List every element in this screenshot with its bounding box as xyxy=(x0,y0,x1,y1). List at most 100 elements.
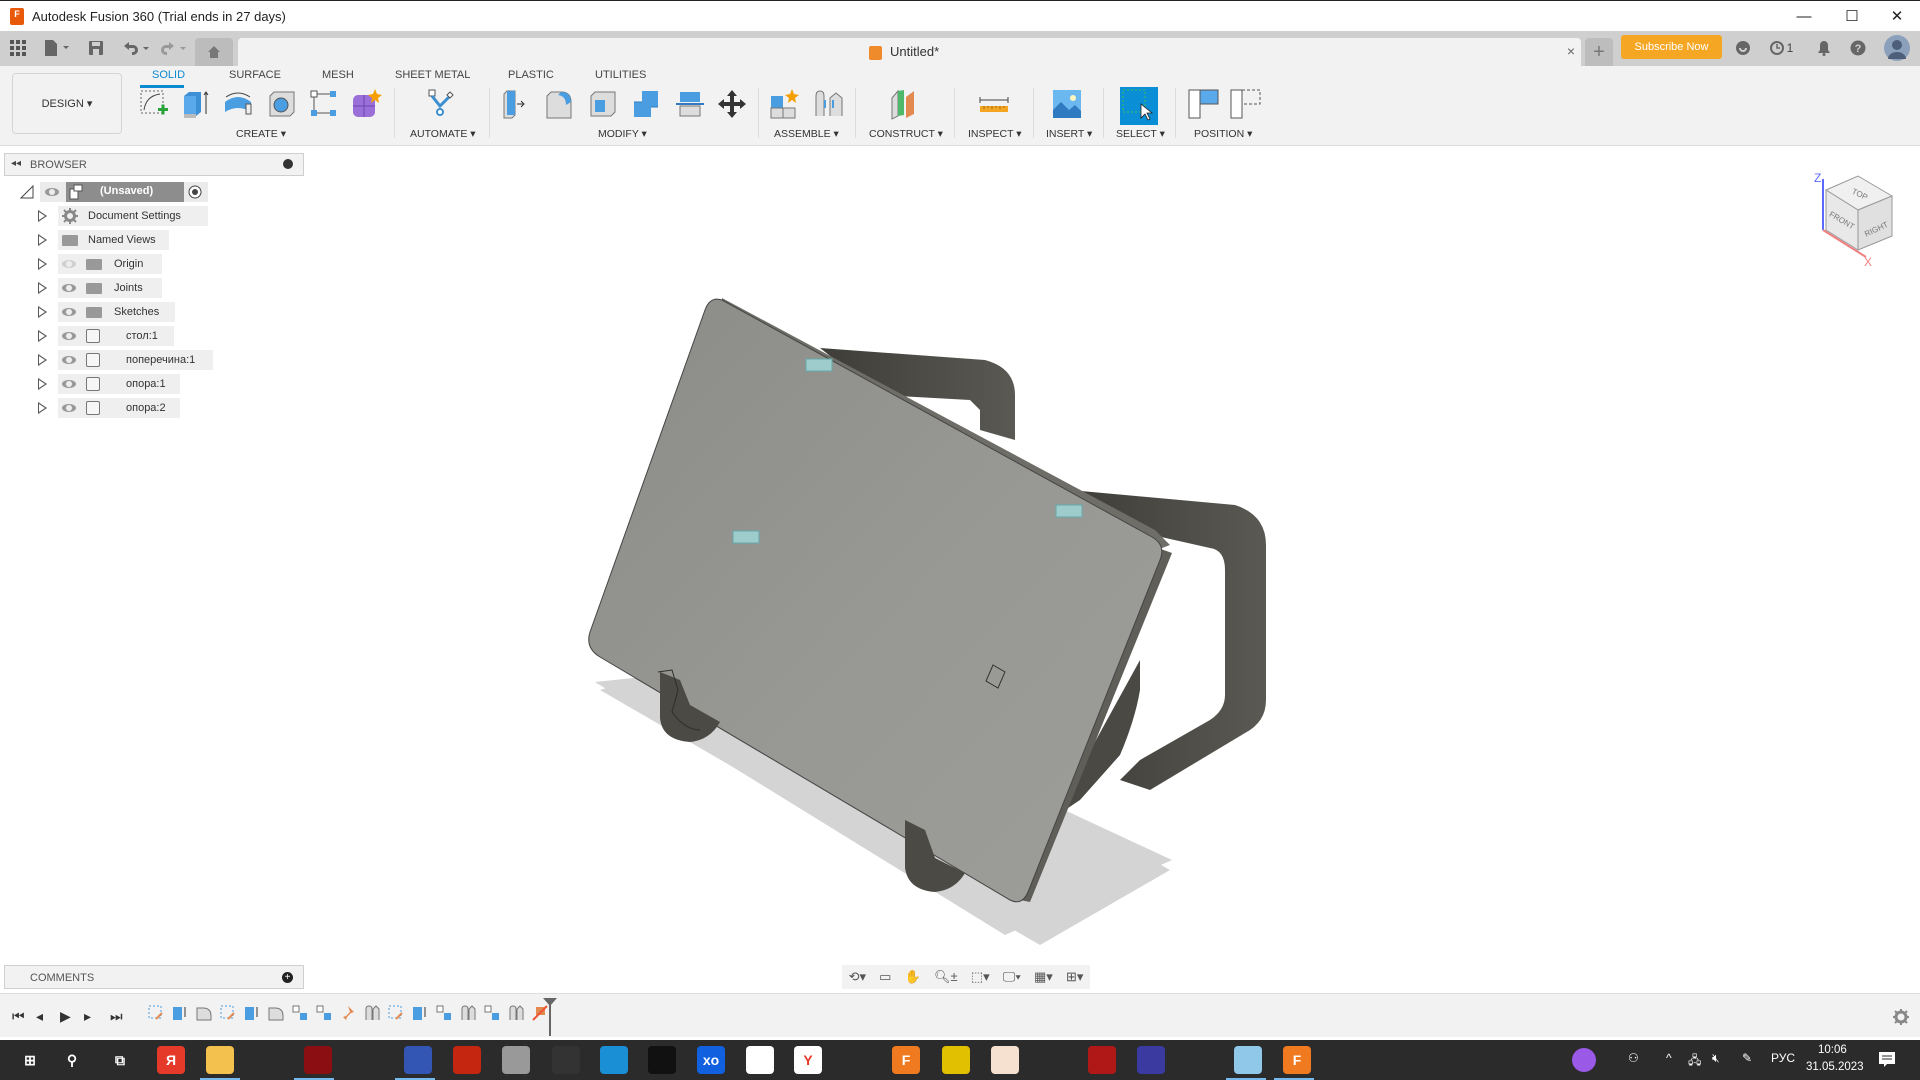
visibility-eye-icon[interactable] xyxy=(62,284,76,292)
language-indicator[interactable]: РУС xyxy=(1771,1051,1795,1065)
expand-arrow-icon[interactable] xyxy=(38,402,47,414)
taskbar-app-c-icon[interactable] xyxy=(255,1046,283,1074)
taskbar-task-view-icon[interactable]: ⧉ xyxy=(106,1046,134,1074)
grid-settings-icon[interactable]: ▦▾ xyxy=(1034,969,1053,985)
timeline-feature-component-icon[interactable] xyxy=(316,1005,331,1021)
taskbar-start-icon[interactable]: ⊞ xyxy=(16,1046,44,1074)
expand-arrow-icon[interactable] xyxy=(38,210,47,222)
expand-arrow-icon[interactable] xyxy=(38,354,47,366)
taskbar-yandex-icon[interactable]: Я xyxy=(157,1046,185,1074)
display-settings-icon[interactable]: 🖵▾ xyxy=(1003,969,1021,985)
timeline-feature-sketch-icon[interactable] xyxy=(388,1005,403,1021)
close-tab-button[interactable]: × xyxy=(1567,43,1575,59)
fillet-icon[interactable] xyxy=(543,88,575,120)
insert-group-label[interactable]: INSERT ▾ xyxy=(1046,128,1092,140)
taskbar-ccleaner-icon[interactable] xyxy=(843,1046,871,1074)
network-icon[interactable]: 🖧 xyxy=(1688,1051,1701,1072)
taskbar-fusion360-icon[interactable]: F xyxy=(892,1046,920,1074)
split-body-icon[interactable] xyxy=(674,88,706,120)
timeline-feature-joint-icon[interactable] xyxy=(460,1005,476,1021)
automate-group-label[interactable]: AUTOMATE ▾ xyxy=(410,128,476,140)
tab-surface[interactable]: SURFACE xyxy=(229,69,281,81)
visibility-eye-icon[interactable] xyxy=(62,332,76,340)
joint-icon[interactable] xyxy=(812,88,844,120)
visibility-eye-icon[interactable] xyxy=(45,188,59,196)
hole-icon[interactable] xyxy=(266,88,298,120)
workspace-switcher[interactable]: DESIGN ▾ xyxy=(12,73,122,134)
timeline-feature-fillet-icon[interactable] xyxy=(196,1005,212,1021)
play-icon[interactable]: ▶ xyxy=(60,1008,71,1025)
zoom-icon[interactable]: 🔍︎± xyxy=(934,969,958,985)
3d-viewport[interactable]: Z X TOP FRONT RIGHT xyxy=(0,147,1920,990)
visibility-eye-icon[interactable] xyxy=(62,308,76,316)
notifications-bell-icon[interactable] xyxy=(1814,37,1834,59)
timeline-feature-fillet-icon[interactable] xyxy=(268,1005,284,1021)
select-button[interactable] xyxy=(1120,87,1158,125)
new-tab-button[interactable]: + xyxy=(1585,38,1613,66)
clock-time[interactable]: 10:06 xyxy=(1818,1044,1847,1056)
timeline-feature-ground-suppressed-icon[interactable] xyxy=(532,1005,548,1021)
position-group-label[interactable]: POSITION ▾ xyxy=(1194,128,1252,140)
collapse-triangle-icon[interactable] xyxy=(20,185,34,199)
timeline-settings-gear-icon[interactable] xyxy=(1893,1009,1909,1025)
taskbar-app-rad-icon[interactable] xyxy=(942,1046,970,1074)
minimize-button[interactable]: — xyxy=(1781,1,1827,31)
add-comment-icon[interactable]: + xyxy=(282,972,293,983)
timeline-marker-head[interactable] xyxy=(543,998,557,1006)
extrude-icon[interactable] xyxy=(180,88,212,120)
maximize-button[interactable]: ☐ xyxy=(1829,1,1875,31)
new-component-icon[interactable] xyxy=(768,88,800,120)
activate-radio-icon[interactable] xyxy=(188,185,202,199)
visibility-eye-icon[interactable] xyxy=(62,380,76,388)
expand-arrow-icon[interactable] xyxy=(38,330,47,342)
pen-icon[interactable]: ✎ xyxy=(1742,1051,1752,1065)
taskbar-recorder-icon[interactable] xyxy=(648,1046,676,1074)
close-button[interactable]: ✕ xyxy=(1874,1,1920,31)
shell-icon[interactable] xyxy=(587,88,619,120)
go-to-start-icon[interactable]: ⏮ xyxy=(12,1008,25,1025)
browser-minimize-icon[interactable] xyxy=(283,159,293,169)
combine-icon[interactable] xyxy=(630,88,662,120)
fit-window-icon[interactable]: ⬚▾ xyxy=(971,969,990,985)
tab-plastic[interactable]: PLASTIC xyxy=(508,69,554,81)
form-icon[interactable] xyxy=(350,88,382,120)
orbit-icon[interactable]: ⟲▾ xyxy=(849,969,866,985)
step-back-icon[interactable]: ◂ xyxy=(36,1008,43,1025)
create-sketch-icon[interactable] xyxy=(138,88,170,120)
taskbar-edge-icon[interactable] xyxy=(600,1046,628,1074)
subscribe-button[interactable]: Subscribe Now xyxy=(1621,35,1722,59)
taskbar-yandex-browser-icon[interactable]: Y xyxy=(794,1046,822,1074)
select-group-label[interactable]: SELECT ▾ xyxy=(1116,128,1165,140)
insert-image-icon[interactable] xyxy=(1051,88,1083,120)
modify-group-label[interactable]: MODIFY ▾ xyxy=(598,128,647,140)
user-avatar[interactable] xyxy=(1884,35,1910,61)
create-group-label[interactable]: CREATE ▾ xyxy=(236,128,286,140)
taskbar-explorer-icon[interactable] xyxy=(206,1046,234,1074)
revert-position-icon[interactable] xyxy=(1230,88,1262,120)
taskbar-autodesk-icon[interactable] xyxy=(552,1046,580,1074)
expand-arrow-icon[interactable] xyxy=(38,378,47,390)
timeline-feature-sketch-icon[interactable] xyxy=(220,1005,235,1021)
volume-muted-icon[interactable]: 🔇︎ xyxy=(1712,1051,1720,1066)
timeline-feature-extrude-icon[interactable] xyxy=(412,1005,426,1021)
taskbar-upwork-icon[interactable] xyxy=(1040,1046,1068,1074)
notifications-center-icon[interactable] xyxy=(1878,1051,1896,1069)
timeline-feature-component-icon[interactable] xyxy=(484,1005,499,1021)
offset-plane-icon[interactable] xyxy=(888,88,920,120)
measure-icon[interactable] xyxy=(978,88,1010,120)
help-icon[interactable]: ? xyxy=(1848,37,1868,59)
taskbar-fusion-gear-icon[interactable] xyxy=(453,1046,481,1074)
look-at-icon[interactable]: ▭ xyxy=(879,969,891,985)
taskbar-app-k-icon[interactable] xyxy=(1186,1046,1214,1074)
assemble-group-label[interactable]: ASSEMBLE ▾ xyxy=(774,128,839,140)
data-panel-grid-icon[interactable] xyxy=(8,37,28,59)
clock-date[interactable]: 31.05.2023 xyxy=(1806,1061,1864,1073)
file-menu-icon[interactable] xyxy=(42,37,72,59)
expand-arrow-icon[interactable] xyxy=(38,258,47,270)
tab-sheet-metal[interactable]: SHEET METAL xyxy=(395,69,470,81)
tab-mesh[interactable]: MESH xyxy=(322,69,354,81)
taskbar-sublime-icon[interactable] xyxy=(991,1046,1019,1074)
tab-solid[interactable]: SOLID xyxy=(152,69,185,81)
capture-position-icon[interactable] xyxy=(1188,88,1220,120)
browser-root[interactable]: (Unsaved) xyxy=(20,182,208,202)
